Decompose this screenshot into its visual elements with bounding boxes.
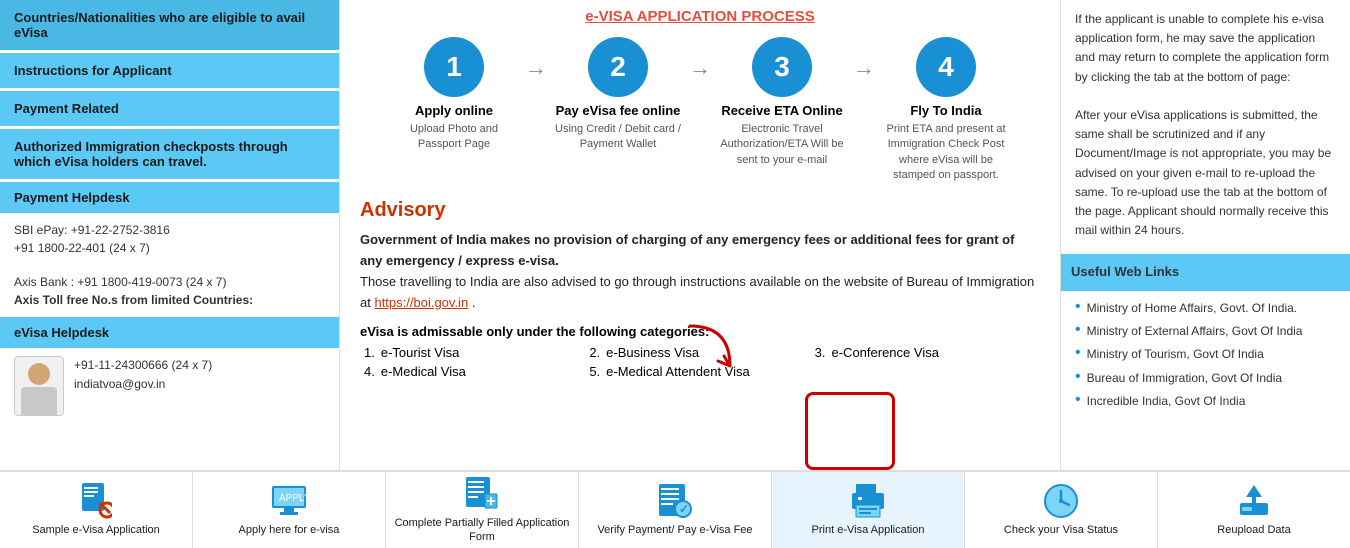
bottom-bar: Sample e-Visa Application APPLY Apply he… <box>0 470 1350 548</box>
sidebar-item-countries[interactable]: Countries/Nationalities who are eligible… <box>0 0 339 50</box>
link-3: • Ministry of Tourism, Govt Of India <box>1075 345 1336 364</box>
sbi-info: SBI ePay: +91-22-2752-3816 +91 1800-22-4… <box>0 213 339 265</box>
advisory-content: Government of India makes no provision o… <box>360 230 1040 313</box>
arrow-3: → <box>853 55 875 81</box>
bottom-label-reupload: Reupload Data <box>1217 523 1290 537</box>
sidebar: Countries/Nationalities who are eligible… <box>0 0 340 470</box>
step-1: 1 Apply online Upload Photo and Passport… <box>389 37 519 153</box>
evisa-helpdesk-header: eVisa Helpdesk <box>0 317 339 348</box>
bullet-icon-4: • <box>1075 369 1081 385</box>
bottom-label-print: Print e-Visa Application <box>812 523 925 537</box>
link-2: • Ministry of External Affairs, Govt Of … <box>1075 322 1336 341</box>
advisory-title: Advisory <box>360 199 1040 222</box>
form-icon <box>464 476 500 512</box>
categories-title: eVisa is admissable only under the follo… <box>360 324 1040 339</box>
categories-list: 1. e-Tourist Visa 2. e-Business Visa 3. … <box>360 345 1040 379</box>
arrow-1: → <box>525 55 547 81</box>
step-2-circle: 2 <box>588 37 648 97</box>
step-3: 3 Receive ETA Online Electronic Travel A… <box>717 37 847 168</box>
svg-text:APPLY: APPLY <box>279 493 307 504</box>
bottom-item-print[interactable]: Print e-Visa Application <box>772 472 965 548</box>
bottom-item-apply[interactable]: APPLY Apply here for e-visa <box>193 472 386 548</box>
bottom-item-check[interactable]: Check your Visa Status <box>965 472 1158 548</box>
bullet-icon-5: • <box>1075 392 1081 408</box>
bullet-icon-1: • <box>1075 299 1081 315</box>
helpdesk-contact-info: +91-11-24300666 (24 x 7) indiatvoa@gov.i… <box>74 356 212 394</box>
bottom-item-verify[interactable]: ✓ Verify Payment/ Pay e-Visa Fee <box>579 472 772 548</box>
arrow-2: → <box>689 55 711 81</box>
process-steps: 1 Apply online Upload Photo and Passport… <box>360 37 1040 183</box>
document-icon <box>78 483 114 519</box>
category-5: 5. e-Medical Attendent Visa <box>589 364 814 379</box>
highlight-circle <box>805 392 895 470</box>
bottom-label-apply: Apply here for e-visa <box>239 523 340 537</box>
step-4: 4 Fly To India Print ETA and present at … <box>881 37 1011 183</box>
main-content-area: e-VISA APPLICATION PROCESS 1 Apply onlin… <box>340 0 1060 387</box>
sidebar-item-immigration[interactable]: Authorized Immigration checkposts throug… <box>0 129 339 179</box>
bottom-item-complete[interactable]: Complete Partially Filled Application Fo… <box>386 472 579 548</box>
upload-icon <box>1236 483 1272 519</box>
step-1-circle: 1 <box>424 37 484 97</box>
sidebar-item-instructions[interactable]: Instructions for Applicant <box>0 53 339 88</box>
link-4: • Bureau of Immigration, Govt Of India <box>1075 369 1336 388</box>
step-4-circle: 4 <box>916 37 976 97</box>
useful-links-header: Useful Web Links <box>1061 254 1350 291</box>
category-3: 3. e-Conference Visa <box>815 345 1040 360</box>
process-title: e-VISA APPLICATION PROCESS <box>360 8 1040 25</box>
helpdesk-contact-section: +91-11-24300666 (24 x 7) indiatvoa@gov.i… <box>0 348 339 424</box>
clock-icon <box>1043 483 1079 519</box>
boi-link[interactable]: https://boi.gov.in <box>374 295 468 310</box>
step-3-circle: 3 <box>752 37 812 97</box>
category-1: 1. e-Tourist Visa <box>364 345 589 360</box>
print-icon <box>850 483 886 519</box>
link-1: • Ministry of Home Affairs, Govt. Of Ind… <box>1075 299 1336 318</box>
screen-icon: APPLY <box>271 483 307 519</box>
bottom-item-reupload[interactable]: Reupload Data <box>1158 472 1350 548</box>
bullet-icon-2: • <box>1075 322 1081 338</box>
svg-text:✓: ✓ <box>679 502 689 516</box>
bottom-label-check: Check your Visa Status <box>1004 523 1118 537</box>
link-5: • Incredible India, Govt Of India <box>1075 392 1336 411</box>
helpdesk-avatar <box>14 356 64 416</box>
step-2: 2 Pay eVisa fee online Using Credit / De… <box>553 37 683 153</box>
list-icon: ✓ <box>657 483 693 519</box>
right-panel: If the applicant is unable to complete h… <box>1060 0 1350 470</box>
bottom-label-sample: Sample e-Visa Application <box>32 523 160 537</box>
bottom-label-complete: Complete Partially Filled Application Fo… <box>392 516 572 545</box>
category-2: 2. e-Business Visa <box>589 345 814 360</box>
category-4: 4. e-Medical Visa <box>364 364 589 379</box>
bottom-item-sample[interactable]: Sample e-Visa Application <box>0 472 193 548</box>
axis-info: Axis Bank : +91 1800-419-0073 (24 x 7) A… <box>0 265 339 317</box>
sidebar-item-payment[interactable]: Payment Related <box>0 91 339 126</box>
bottom-label-verify: Verify Payment/ Pay e-Visa Fee <box>597 523 752 537</box>
bullet-icon-3: • <box>1075 345 1081 361</box>
payment-helpdesk-header: Payment Helpdesk <box>0 182 339 213</box>
